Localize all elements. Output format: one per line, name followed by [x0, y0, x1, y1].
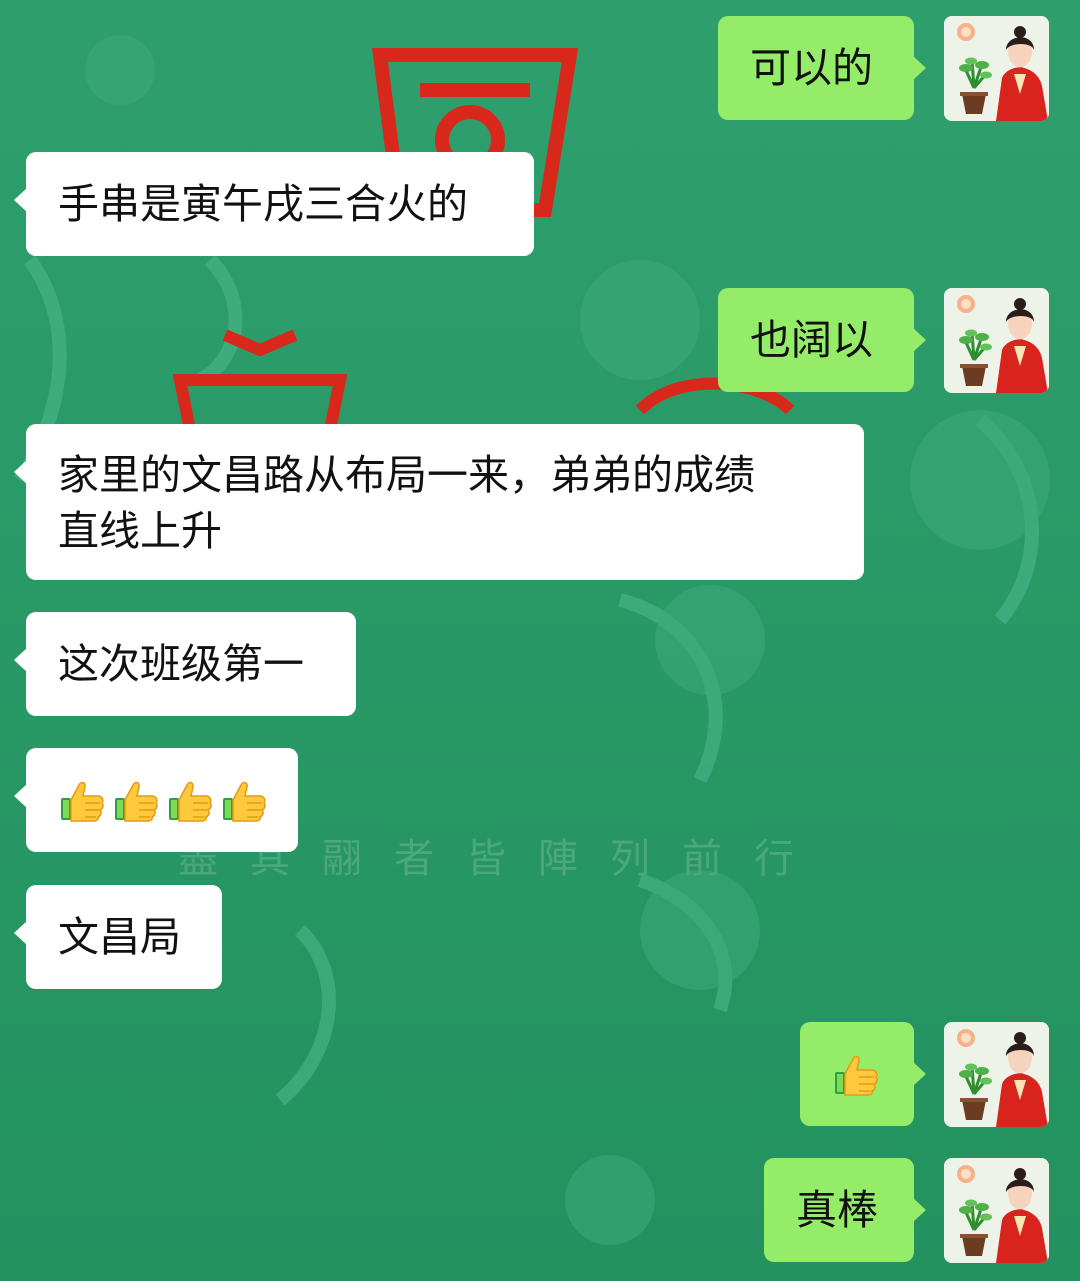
incoming-message[interactable]: 家里的文昌路从布局一来，弟弟的成绩 直线上升 — [14, 424, 864, 580]
message-text: 家里的文昌路从布局一来，弟弟的成绩 直线上升 — [58, 451, 755, 555]
thumbs-up-icon — [166, 776, 214, 824]
emoji-row — [832, 1022, 882, 1126]
avatar[interactable] — [944, 1158, 1049, 1263]
incoming-message[interactable]: 手串是寅午戌三合火的 — [14, 152, 534, 256]
message-text: 也阔以 — [750, 316, 873, 364]
avatar[interactable] — [944, 288, 1049, 393]
message-text: 文昌局 — [58, 913, 181, 961]
thumbs-up-icon — [58, 776, 106, 824]
thumbs-up-icon — [832, 1050, 880, 1098]
outgoing-message[interactable] — [800, 1022, 926, 1126]
message-list[interactable]: 可以的 手串是寅午戌三合火的 也阔以 家里的文昌路从布局一来，弟弟的成绩 直线上… — [0, 0, 1080, 1281]
emoji-row — [58, 748, 266, 852]
outgoing-message[interactable]: 真棒 — [764, 1158, 926, 1262]
outgoing-message[interactable]: 也阔以 — [718, 288, 926, 392]
message-text: 可以的 — [750, 44, 873, 92]
incoming-message[interactable] — [14, 748, 298, 852]
message-text: 这次班级第一 — [58, 640, 304, 688]
incoming-message[interactable]: 这次班级第一 — [14, 612, 356, 716]
incoming-message[interactable]: 文昌局 — [14, 885, 222, 989]
outgoing-message[interactable]: 可以的 — [718, 16, 926, 120]
thumbs-up-icon — [220, 776, 268, 824]
thumbs-up-icon — [112, 776, 160, 824]
message-text: 手串是寅午戌三合火的 — [58, 180, 468, 228]
avatar[interactable] — [944, 16, 1049, 121]
message-text: 真棒 — [796, 1186, 878, 1234]
avatar[interactable] — [944, 1022, 1049, 1127]
